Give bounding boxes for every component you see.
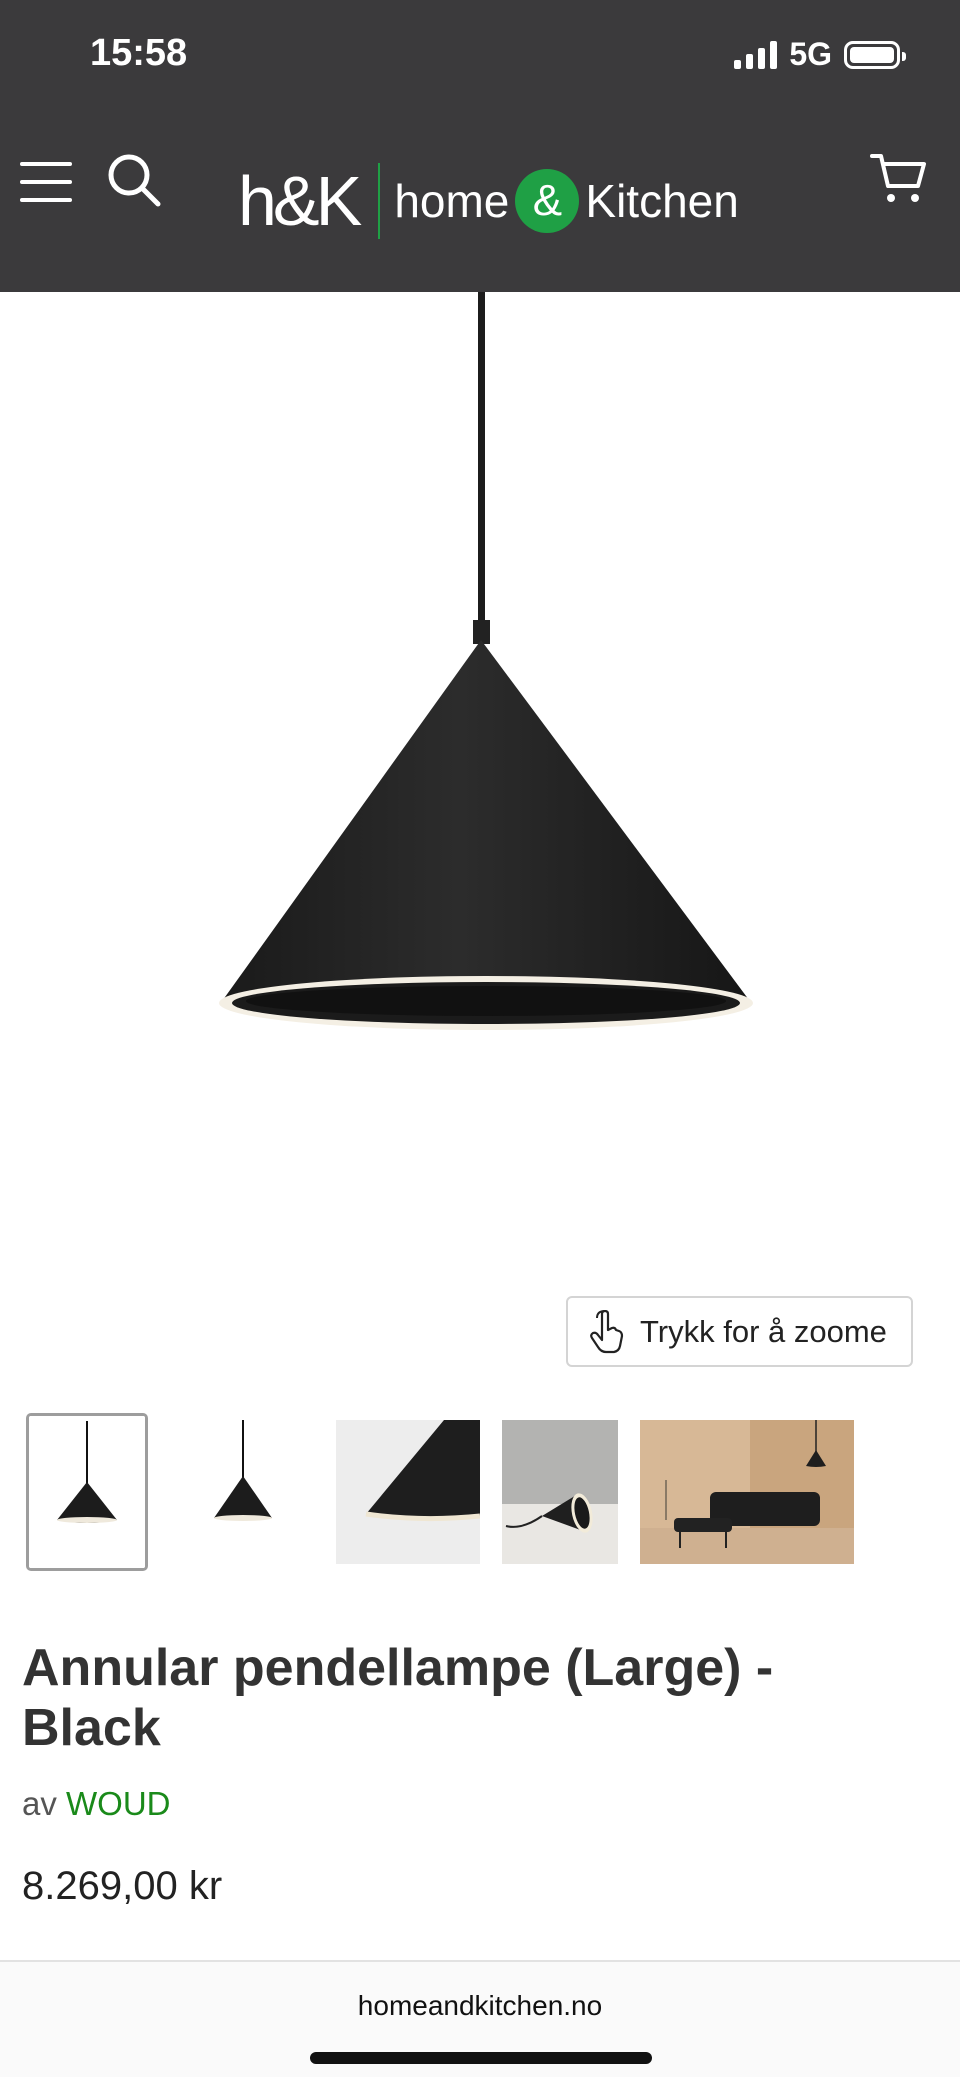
home-indicator (310, 2052, 652, 2064)
browser-url-bar[interactable]: homeandkitchen.no (0, 1960, 960, 2077)
network-label: 5G (789, 36, 832, 72)
product-main-image[interactable] (0, 292, 960, 1367)
status-indicators: 5G (734, 36, 906, 73)
logo-ampersand: & (515, 169, 580, 233)
logo-word-kitchen: Kitchen (585, 175, 739, 227)
logo-divider (378, 163, 381, 239)
logo-wordmark: home & Kitchen (394, 169, 739, 233)
thumbnail-pendant-front-image (29, 1416, 145, 1568)
thumbnail-3[interactable] (336, 1420, 480, 1564)
cart-icon[interactable] (868, 148, 928, 208)
thumbnail-4[interactable] (502, 1420, 618, 1564)
logo-word-home: home (394, 175, 510, 227)
thumbnail-strip (26, 1413, 876, 1571)
brand-prefix: av (22, 1785, 57, 1822)
status-bar: 15:58 5G (0, 0, 960, 110)
signal-icon (734, 40, 778, 69)
pendant-lamp-image (219, 292, 753, 1030)
thumbnail-lamp-on-floor-image (502, 1420, 618, 1564)
thumbnail-1[interactable] (26, 1413, 148, 1571)
brand-line: av WOUD (22, 1785, 171, 1823)
thumbnail-cone-closeup-image (336, 1420, 480, 1564)
thumbnail-5[interactable] (640, 1420, 854, 1564)
zoom-label: Trykk for å zoome (640, 1313, 887, 1349)
site-logo[interactable]: h&K home & Kitchen (238, 158, 739, 244)
brand-link[interactable]: WOUD (66, 1785, 170, 1822)
product-price: 8.269,00 kr (22, 1864, 223, 1908)
thumbnail-pendant-side-image (170, 1420, 314, 1564)
menu-icon[interactable] (20, 160, 74, 204)
search-icon[interactable] (106, 152, 162, 208)
zoom-button[interactable]: Trykk for å zoome (566, 1296, 913, 1367)
status-time: 15:58 (90, 32, 188, 74)
url-text[interactable]: homeandkitchen.no (0, 1990, 960, 2022)
logo-monogram: h&K (238, 162, 362, 240)
product-title: Annular pendellampe (Large) - Black (22, 1639, 774, 1757)
thumbnail-living-room-scene-image (640, 1420, 854, 1564)
thumbnail-2[interactable] (170, 1420, 314, 1564)
site-header: h&K home & Kitchen (0, 110, 960, 292)
tap-hand-icon (590, 1309, 624, 1353)
battery-icon (844, 40, 906, 69)
